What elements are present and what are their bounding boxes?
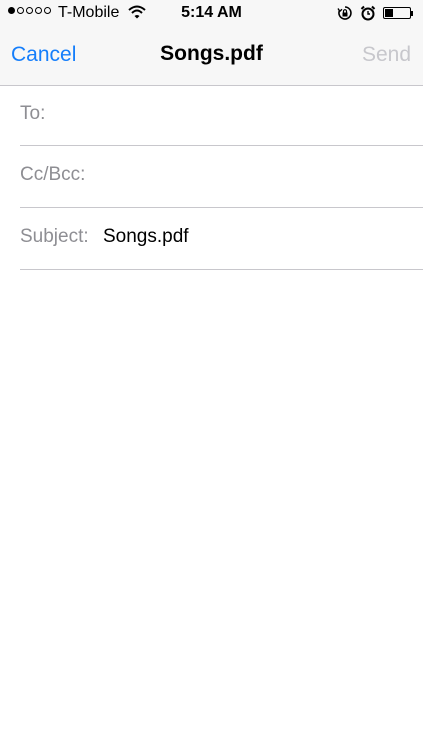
subject-input[interactable]: Songs.pdf — [103, 226, 189, 248]
orientation-lock-icon — [337, 5, 353, 26]
alarm-icon — [360, 5, 376, 26]
status-bar: T-Mobile 5:14 AM — [0, 0, 423, 28]
message-body[interactable] — [0, 270, 423, 750]
cc-bcc-field[interactable]: Cc/Bcc: — [20, 146, 423, 208]
cc-bcc-label: Cc/Bcc: — [20, 164, 86, 185]
subject-field[interactable]: Subject: Songs.pdf — [20, 208, 423, 270]
battery-icon — [383, 7, 411, 19]
page-title: Songs.pdf — [160, 42, 263, 65]
subject-label: Subject: — [20, 226, 89, 247]
battery-level-fill — [385, 9, 393, 17]
send-button[interactable]: Send — [362, 43, 411, 67]
header-area: T-Mobile 5:14 AM Cancel Songs.pdf Send — [0, 0, 423, 86]
to-label: To: — [20, 103, 46, 124]
battery-cap — [411, 11, 413, 16]
to-field[interactable]: To: — [20, 85, 423, 146]
